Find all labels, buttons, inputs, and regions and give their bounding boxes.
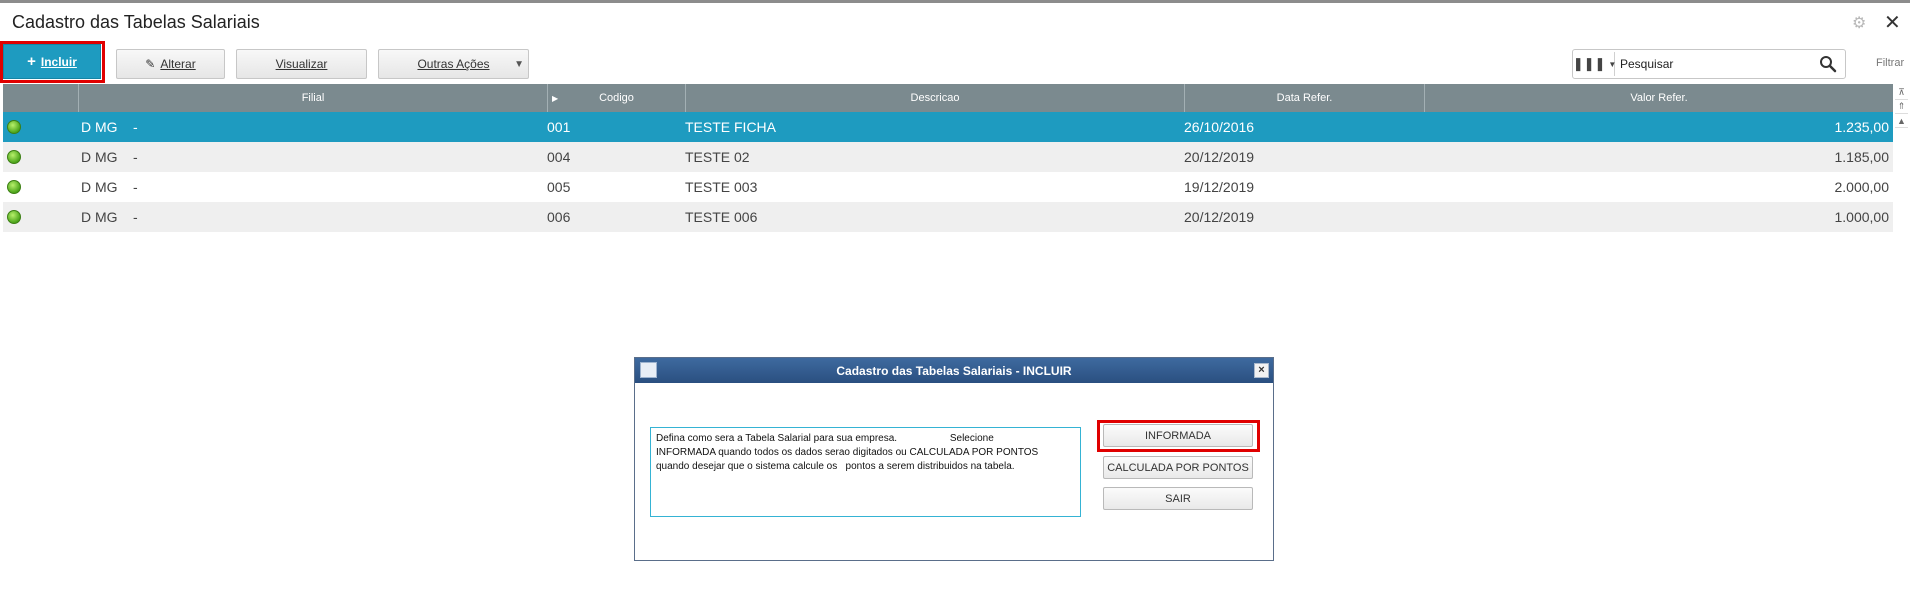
table-row[interactable]: D MG - 004 TESTE 02 20/12/2019 1.185,00 — [3, 142, 1893, 172]
status-icon — [7, 120, 21, 134]
cell-filial: D MG — [81, 149, 118, 165]
columns-button[interactable]: ❚❚❚ ▼ — [1572, 52, 1617, 76]
status-icon — [7, 210, 21, 224]
cell-data: 20/12/2019 — [1184, 149, 1255, 165]
scroll-up-icon[interactable]: ▲ — [1895, 114, 1908, 128]
cell-descricao: TESTE FICHA — [685, 119, 777, 135]
dialog-message: Defina como sera a Tabela Salarial para … — [650, 427, 1081, 517]
incluir-dialog: Cadastro das Tabelas Salariais - INCLUIR… — [634, 357, 1274, 561]
dialog-close-icon[interactable]: × — [1254, 363, 1269, 378]
header-codigo[interactable]: ▶ Codigo — [547, 84, 685, 112]
table-row[interactable]: D MG - 005 TESTE 003 19/12/2019 2.000,00 — [3, 172, 1893, 202]
search-icon[interactable] — [1818, 54, 1838, 74]
highlight-incluir — [0, 41, 105, 83]
scroll-page-up-icon[interactable]: ⇑ — [1895, 100, 1908, 114]
cell-filial: D MG — [81, 119, 118, 135]
cell-codigo: 005 — [547, 179, 571, 195]
search-input[interactable] — [1618, 53, 1814, 75]
cell-separator: - — [133, 119, 138, 135]
close-icon[interactable]: ✕ — [1884, 10, 1901, 35]
dialog-titlebar: Cadastro das Tabelas Salariais - INCLUIR… — [635, 358, 1273, 383]
cell-separator: - — [133, 149, 138, 165]
outras-acoes-button[interactable]: Outras Ações ▼ — [378, 49, 529, 79]
sair-button[interactable]: SAIR — [1103, 487, 1253, 510]
window-icon — [640, 362, 657, 378]
alterar-label: Alterar — [160, 57, 196, 71]
cell-valor: 2.000,00 — [1834, 179, 1890, 195]
visualizar-button[interactable]: Visualizar — [236, 49, 367, 79]
table-row[interactable]: D MG - 001 TESTE FICHA 26/10/2016 1.235,… — [3, 112, 1893, 142]
cell-valor: 1.185,00 — [1834, 149, 1890, 165]
cell-descricao: TESTE 003 — [685, 179, 758, 195]
columns-icon: ❚❚❚ — [1572, 56, 1606, 71]
page-title: Cadastro das Tabelas Salariais — [12, 12, 260, 32]
header-data-refer[interactable]: Data Refer. — [1184, 84, 1424, 112]
scroll-top-icon[interactable]: ⊼ — [1895, 86, 1908, 100]
status-icon — [7, 150, 21, 164]
grid-header: Filial ▶ Codigo Descricao Data Refer. Va… — [3, 84, 1893, 112]
top-border — [0, 0, 1910, 3]
grid-scrollbar[interactable]: ⊼ ⇑ ▲ — [1895, 86, 1908, 146]
pencil-icon: ✎ — [145, 57, 156, 71]
cell-separator: - — [133, 179, 138, 195]
highlight-informada — [1097, 420, 1260, 452]
header-codigo-label: Codigo — [599, 92, 634, 104]
sort-arrow-icon: ▶ — [552, 93, 559, 103]
data-grid: Filial ▶ Codigo Descricao Data Refer. Va… — [3, 84, 1893, 232]
cell-data: 20/12/2019 — [1184, 209, 1255, 225]
cell-valor: 1.000,00 — [1834, 209, 1890, 225]
header-status — [3, 84, 78, 112]
header-descricao[interactable]: Descricao — [685, 84, 1184, 112]
filter-link[interactable]: Filtrar — [1876, 57, 1904, 69]
cell-codigo: 004 — [547, 149, 571, 165]
outras-acoes-label: Outras Ações — [417, 57, 490, 71]
cell-codigo: 006 — [547, 209, 571, 225]
cell-filial: D MG — [81, 179, 118, 195]
status-icon — [7, 180, 21, 194]
cell-data: 26/10/2016 — [1184, 119, 1255, 135]
cell-separator: - — [133, 209, 138, 225]
dialog-title: Cadastro das Tabelas Salariais - INCLUIR — [836, 363, 1072, 378]
header-filial[interactable]: Filial — [78, 84, 547, 112]
table-row[interactable]: D MG - 006 TESTE 006 20/12/2019 1.000,00 — [3, 202, 1893, 232]
chevron-down-icon: ▼ — [514, 58, 524, 70]
cell-codigo: 001 — [547, 119, 571, 135]
visualizar-label: Visualizar — [275, 57, 328, 71]
cell-descricao: TESTE 02 — [685, 149, 750, 165]
alterar-button[interactable]: ✎ Alterar — [116, 49, 225, 79]
cell-valor: 1.235,00 — [1834, 119, 1890, 135]
header-valor-refer[interactable]: Valor Refer. — [1424, 84, 1893, 112]
calculada-por-pontos-button[interactable]: CALCULADA POR PONTOS — [1103, 456, 1253, 479]
cell-descricao: TESTE 006 — [685, 209, 758, 225]
chevron-down-icon: ▼ — [1608, 59, 1617, 69]
cell-data: 19/12/2019 — [1184, 179, 1255, 195]
cell-filial: D MG — [81, 209, 118, 225]
gear-icon[interactable]: ⚙ — [1852, 13, 1866, 33]
